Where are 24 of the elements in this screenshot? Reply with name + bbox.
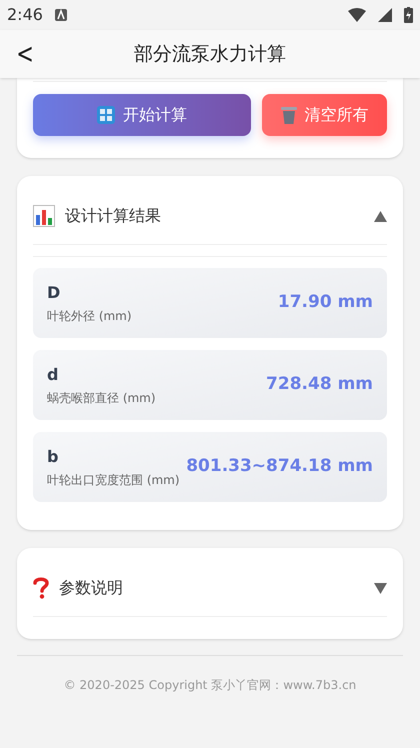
result-symbol: D [47, 282, 62, 304]
wifi-icon [348, 8, 366, 22]
back-button[interactable]: < [6, 30, 44, 78]
calculate-button[interactable]: 开始计算 [33, 94, 252, 136]
signal-icon [378, 8, 392, 22]
bar-chart-icon [33, 205, 55, 227]
result-value: 728.48 mm [266, 373, 373, 396]
status-time: 2:46 [7, 4, 43, 26]
battery-icon [404, 7, 413, 23]
footer-copyright: © 2020-2025 Copyright 泵小丫官网：www.7b3.cn [62, 677, 358, 694]
trash-can-icon [280, 106, 297, 124]
result-symbol: b [47, 446, 60, 468]
result-label: 叶轮出口宽度范围 (mm) [47, 472, 181, 489]
result-value: 17.90 mm [278, 291, 373, 314]
question-mark-icon [33, 577, 49, 599]
number-keys-icon [97, 106, 116, 124]
result-label: 蜗壳喉部直径 (mm) [47, 390, 157, 407]
result-label: 叶轮外径 (mm) [47, 308, 133, 325]
result-value: 801.33~874.18 mm [186, 455, 373, 478]
page-title: 部分流泵水力计算 [134, 42, 286, 67]
result-symbol: d [47, 364, 60, 386]
section-header[interactable]: 设计计算结果 [33, 204, 387, 245]
notification-icon [54, 9, 67, 21]
section-header[interactable]: 参数说明 [33, 576, 387, 617]
